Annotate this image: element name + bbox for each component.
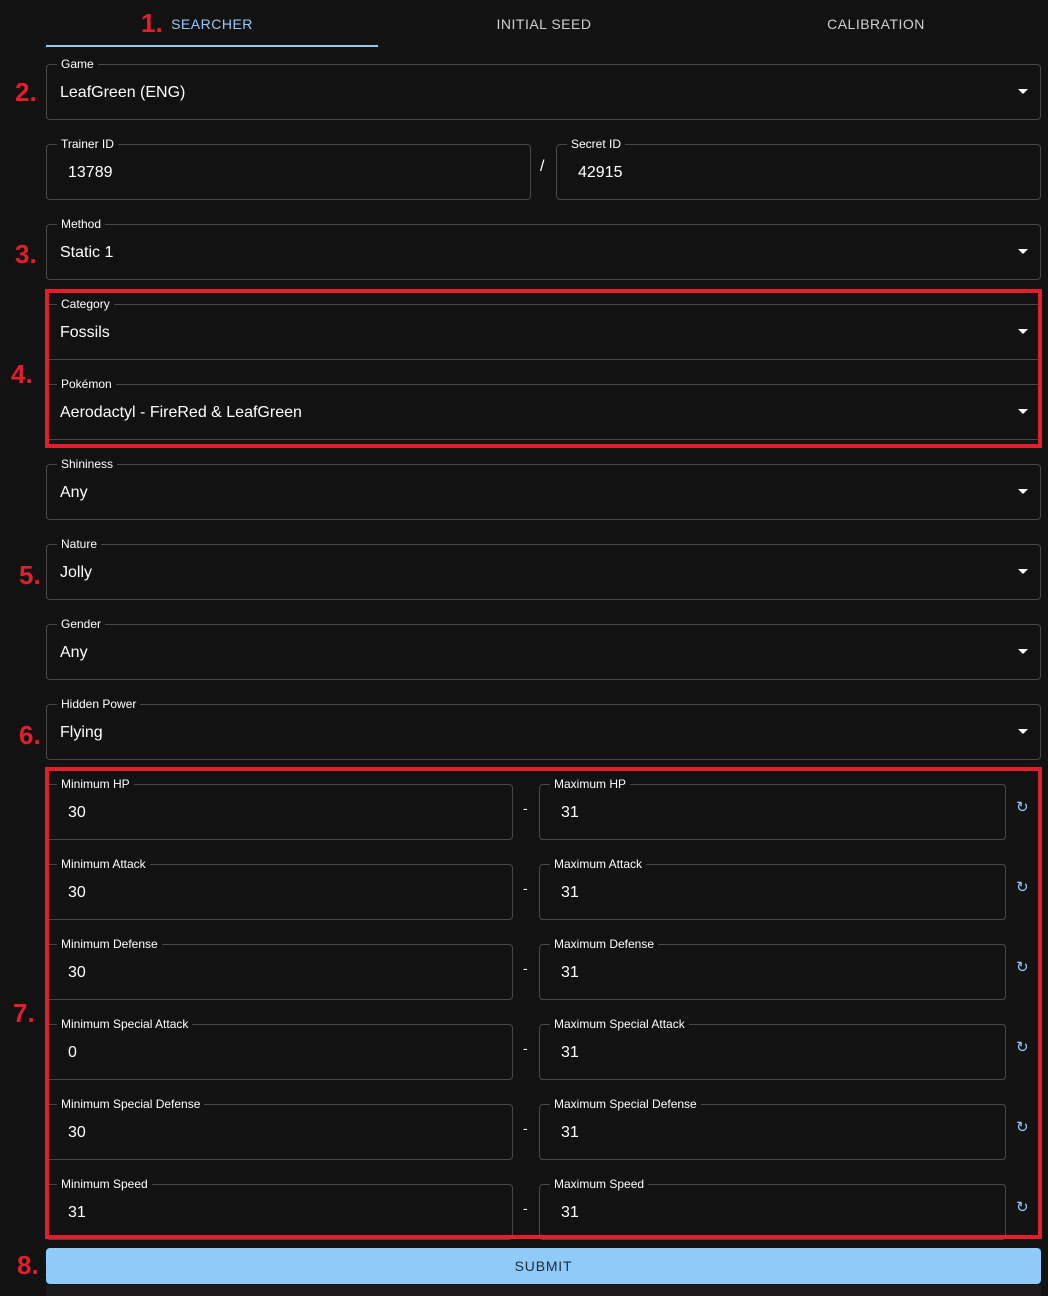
game-label: Game (57, 56, 98, 72)
step-2-label: 2. (15, 77, 37, 107)
tab-initial-seed[interactable]: INITIAL SEED (378, 0, 710, 48)
hidden-power-value: Flying (60, 724, 103, 741)
secret-id-value: 42915 (578, 164, 623, 181)
dropdown-arrow-icon (1018, 89, 1028, 94)
dropdown-arrow-icon (1018, 569, 1028, 574)
id-separator: / (540, 158, 545, 175)
gender-value: Any (60, 644, 88, 661)
step-5-label: 5. (19, 560, 41, 590)
step-6-label: 6. (19, 720, 41, 750)
trainer-id-label: Trainer ID (57, 136, 118, 152)
dropdown-arrow-icon (1018, 489, 1028, 494)
step-1-label: 1. (141, 8, 163, 38)
tab-calibration[interactable]: CALIBRATION (710, 0, 1042, 48)
shininess-value: Any (60, 484, 88, 501)
hidden-power-label: Hidden Power (57, 696, 141, 712)
game-select[interactable]: Game LeafGreen (ENG) (46, 56, 1041, 120)
gender-label: Gender (57, 616, 106, 632)
method-label: Method (57, 216, 106, 232)
trainer-id-value: 13789 (68, 164, 113, 181)
nature-value: Jolly (60, 564, 93, 581)
nature-label: Nature (57, 536, 102, 552)
method-value: Static 1 (60, 244, 114, 261)
secret-id-label: Secret ID (567, 136, 626, 152)
highlight-box-7 (45, 767, 1042, 1239)
trainer-id-field[interactable]: Trainer ID 13789 (46, 136, 531, 200)
dropdown-arrow-icon (1018, 729, 1028, 734)
gender-select[interactable]: Gender Any (46, 616, 1041, 680)
step-3-label: 3. (15, 239, 37, 269)
dropdown-arrow-icon (1018, 649, 1028, 654)
step-7-label: 7. (13, 998, 35, 1028)
step-4-label: 4. (11, 359, 33, 389)
nature-select[interactable]: Nature Jolly (46, 536, 1041, 600)
method-select[interactable]: Method Static 1 (46, 216, 1041, 280)
highlight-box-4 (45, 289, 1042, 448)
tab-indicator (46, 45, 378, 47)
step-8-label: 8. (17, 1250, 39, 1280)
secret-id-field[interactable]: Secret ID 42915 (556, 136, 1041, 200)
game-value: LeafGreen (ENG) (60, 84, 186, 101)
footer-strip (46, 1285, 1041, 1296)
hidden-power-select[interactable]: Hidden Power Flying (46, 696, 1041, 760)
shininess-label: Shininess (57, 456, 118, 472)
dropdown-arrow-icon (1018, 249, 1028, 254)
submit-button[interactable]: SUBMIT (46, 1248, 1041, 1284)
tab-searcher[interactable]: SEARCHER (46, 0, 378, 48)
shininess-select[interactable]: Shininess Any (46, 456, 1041, 520)
